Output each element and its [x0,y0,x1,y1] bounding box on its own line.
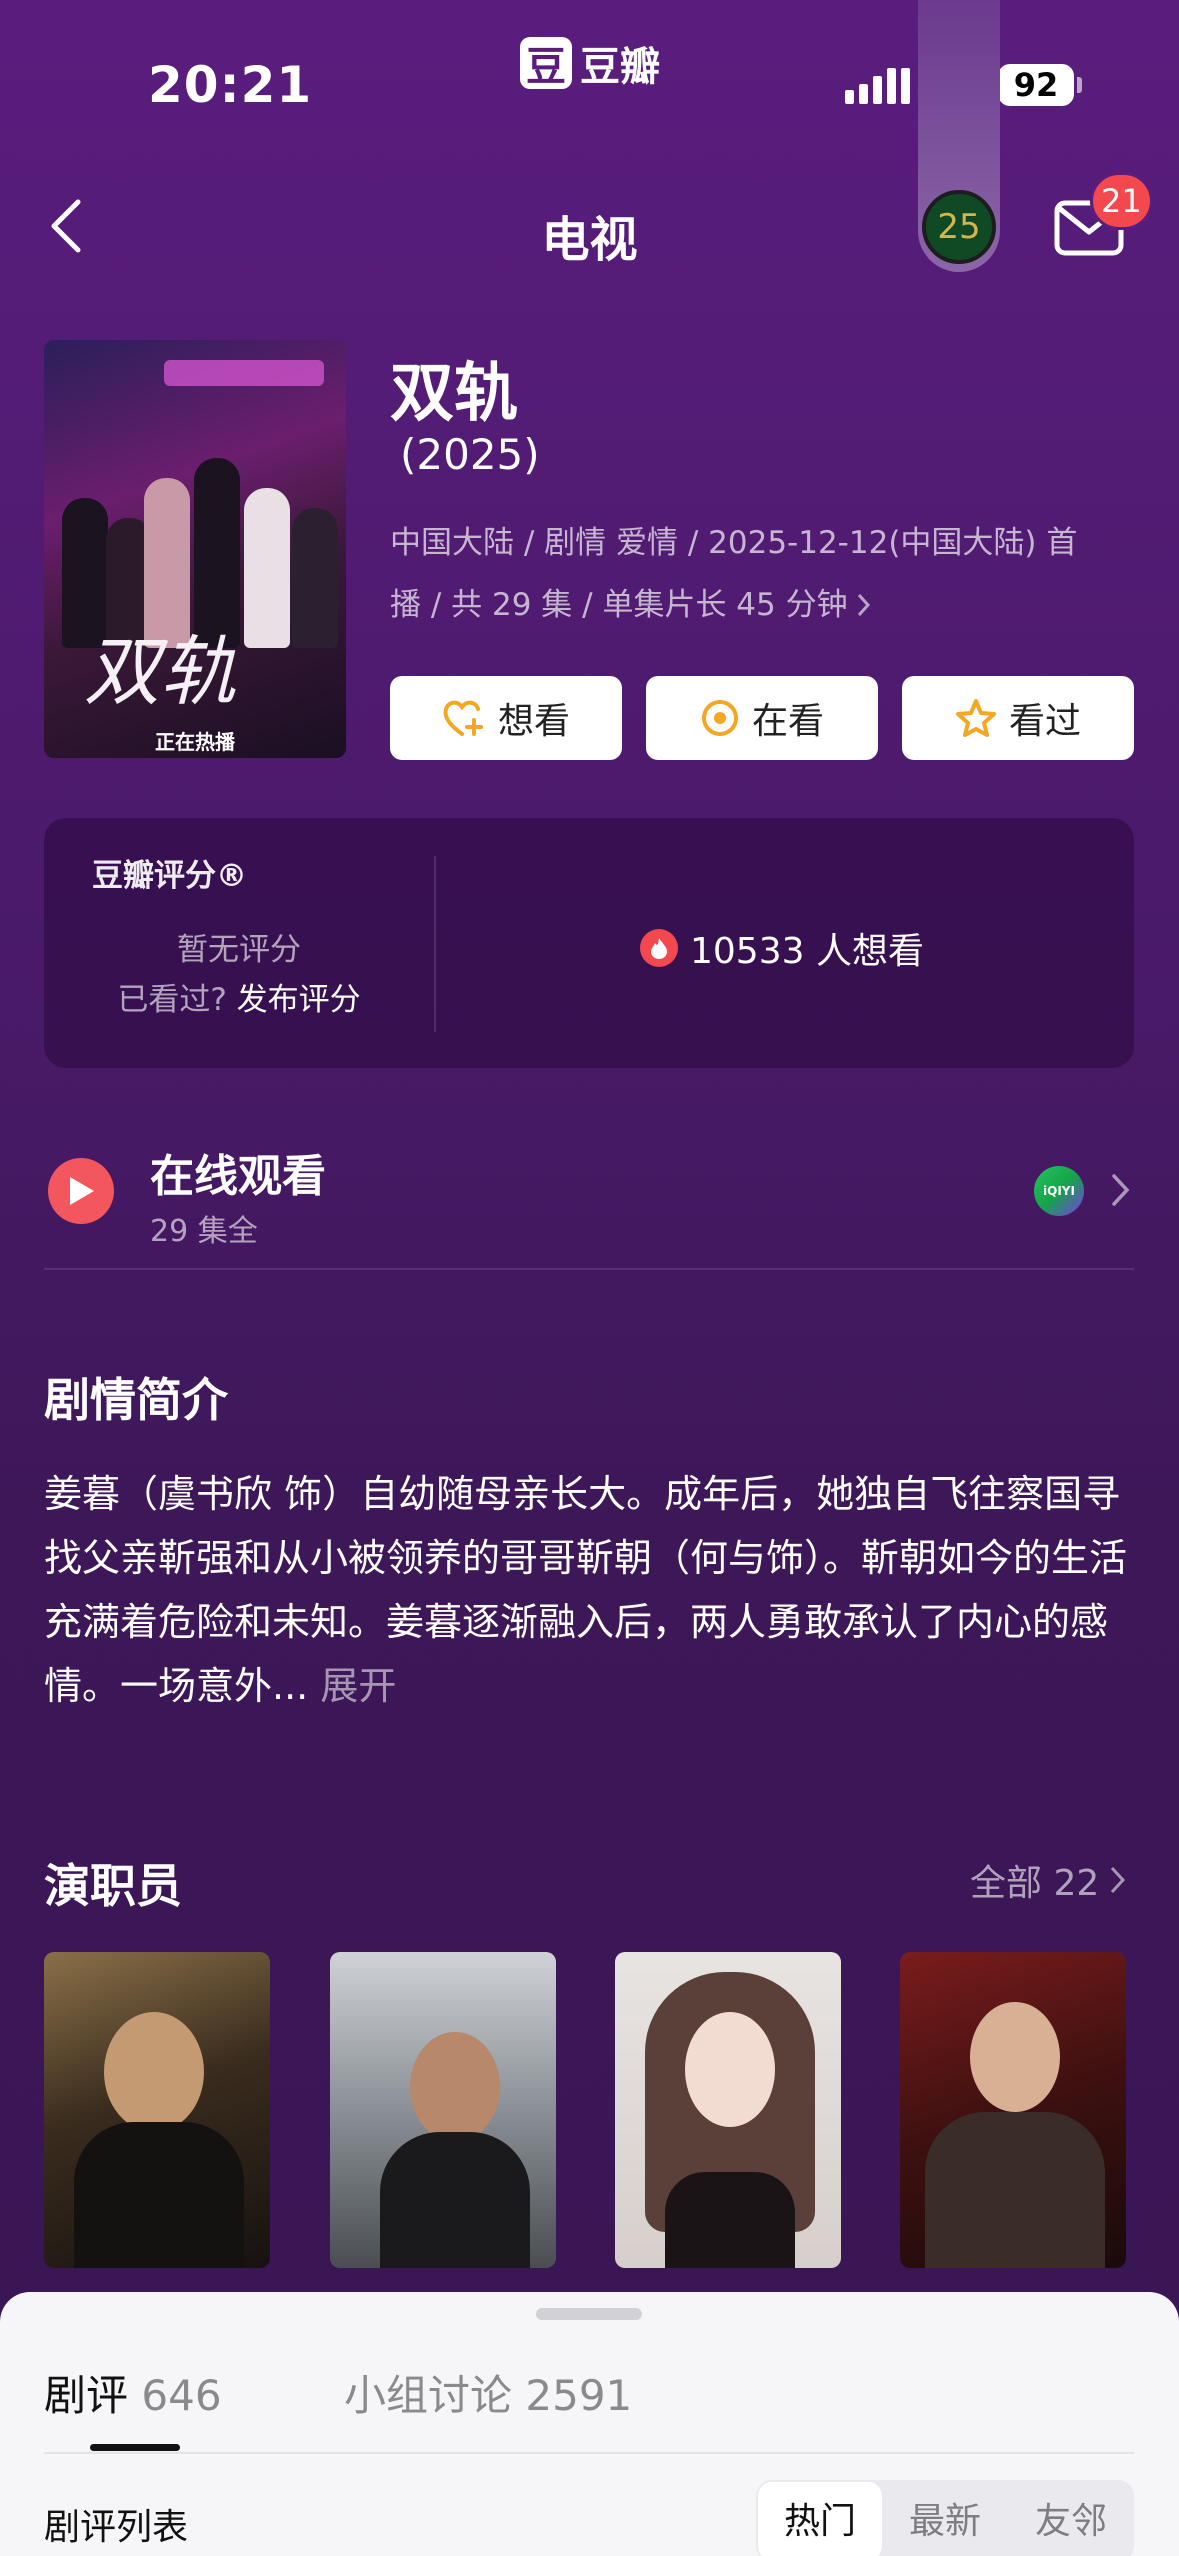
sort-hot[interactable]: 热门 [758,2480,882,2556]
rating-divider [434,856,436,1032]
cast-photo-1[interactable] [44,1952,270,2268]
sort-friends[interactable]: 友邻 [1008,2480,1134,2556]
tab-groups-label: 小组讨论 [344,2371,513,2420]
show-poster[interactable]: 双轨 正在热播 [44,340,346,758]
tab-reviews[interactable]: 剧评 646 [44,2362,222,2423]
no-rating-text: 暂无评分 [177,932,301,968]
chevron-right-icon[interactable] [1110,1172,1132,1208]
status-time: 20:21 [148,56,313,114]
douban-logo-icon: 豆 [520,37,572,90]
tab-group-discussions[interactable]: 小组讨论 2591 [344,2362,632,2423]
sort-latest[interactable]: 最新 [882,2480,1008,2556]
show-meta[interactable]: 中国大陆 / 剧情 爱情 / 2025-12-12(中国大陆) 首 播 / 共 … [390,512,1130,636]
synopsis-text[interactable]: 姜暮（虞书欣 饰）自幼随母亲长大。成年后，她独自飞往察国寻找父亲靳强和从小被领养… [44,1462,1134,1718]
heart-plus-icon [443,700,483,736]
want-to-watch-label: 想看 [497,701,570,742]
poster-subtitle: 正在热播 [155,730,235,754]
show-meta-line1: 中国大陆 / 剧情 爱情 / 2025-12-12(中国大陆) 首 [390,525,1078,561]
star-icon [955,699,996,737]
brand-name: 豆瓣 [580,44,660,90]
brand-logo: 豆 豆瓣 [520,34,660,92]
watched-label: 看过 [1008,701,1081,742]
show-title: 双轨 [390,357,518,431]
watch-online-episodes: 29 集全 [150,1214,258,1249]
battery-tip [1077,77,1082,93]
watched-button[interactable]: 看过 [902,676,1134,760]
cast-photo-2[interactable] [330,1952,556,2268]
publish-rating-link[interactable]: 发布评分 [237,982,361,1018]
synopsis-title: 剧情简介 [44,1373,228,1427]
rate-prompt-question: 已看过? [117,982,227,1018]
tab-reviews-count: 646 [141,2371,222,2420]
tab-groups-count: 2591 [525,2371,633,2420]
divider [44,2452,1134,2454]
tab-reviews-label: 剧评 [44,2371,129,2420]
review-list-title: 剧评列表 [44,2507,189,2548]
chevron-right-icon [857,593,870,617]
play-icon[interactable] [48,1158,114,1224]
watching-button[interactable]: 在看 [646,676,878,760]
cast-photo-3[interactable] [615,1952,841,2268]
cast-all-label: 全部 22 [970,1863,1100,1904]
expand-link[interactable]: 展开 [320,1664,396,1708]
sheet-grabber[interactable] [536,2308,642,2320]
wish-count: 10533 人想看 [640,922,924,974]
year-badge-icon[interactable]: 25 [922,190,996,264]
synopsis-body: 姜暮（虞书欣 饰）自幼随母亲长大。成年后，她独自飞往察国寻找父亲靳强和从小被领养… [44,1472,1128,1708]
chevron-right-icon [1111,1866,1126,1894]
fire-icon [640,929,678,967]
mail-count-badge: 21 [1090,172,1153,230]
cast-title: 演职员 [44,1859,182,1913]
target-icon [701,700,738,736]
watch-online-title[interactable]: 在线观看 [150,1140,326,1204]
show-year: (2025) [400,430,540,479]
cast-photo-4[interactable] [900,1952,1126,2268]
battery-indicator: 92 [998,64,1074,106]
divider [44,1268,1134,1270]
page-title: 电视 [541,212,638,268]
cast-all-link[interactable]: 全部 22 [970,1854,1127,1906]
cellular-signal-icon [845,68,910,104]
want-to-watch-button[interactable]: 想看 [390,676,622,760]
poster-title: 双轨 [84,627,236,716]
tab-indicator [90,2444,180,2451]
rating-title: 豆瓣评分® [92,858,247,894]
rate-prompt[interactable]: 已看过? 发布评分 [44,974,434,1019]
show-meta-line2: 播 / 共 29 集 / 单集片长 45 分钟 [390,587,848,623]
wish-count-text: 10533 人想看 [690,931,924,972]
iqiyi-icon[interactable]: iQIYI [1034,1166,1084,1216]
watching-label: 在看 [751,701,824,742]
